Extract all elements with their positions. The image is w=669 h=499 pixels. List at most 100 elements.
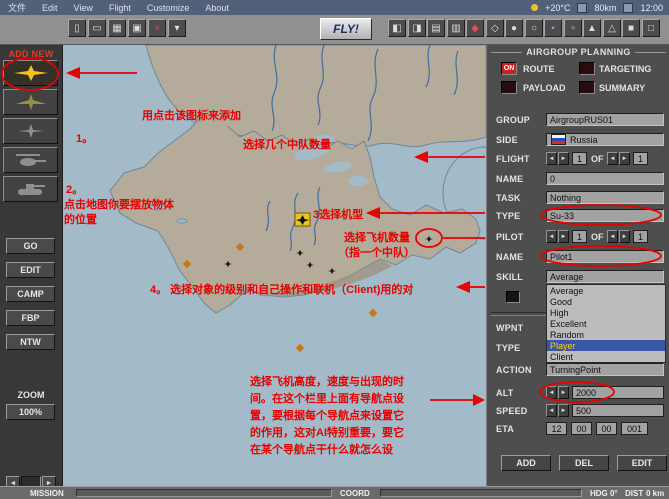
edit-button[interactable]: EDIT [6, 262, 55, 278]
skill-value[interactable]: Average [546, 270, 664, 283]
add-airplane-button[interactable] [3, 60, 58, 86]
skill-option-client[interactable]: Client [547, 351, 665, 362]
add-vehicle-button[interactable] [3, 176, 58, 202]
alt-next-button[interactable]: ► [558, 386, 569, 399]
payload-toggle[interactable] [501, 81, 517, 94]
toolbar-button-5[interactable]: ◆ [466, 19, 484, 37]
speed-prev-button[interactable]: ◄ [546, 404, 557, 417]
eta-seconds[interactable]: 00 [596, 422, 617, 435]
type-value[interactable]: Su-33 [546, 209, 664, 222]
task-value[interactable]: Nothing [546, 191, 664, 204]
panel-title: AIRGROUP PLANNING [526, 47, 631, 57]
add-helicopter-button[interactable] [3, 147, 58, 173]
dist-value: 0 km [646, 489, 665, 498]
route-label: ROUTE [523, 64, 555, 74]
route-toggle[interactable]: ON [501, 62, 517, 75]
toolbar-button-9[interactable]: ▪ [544, 19, 562, 37]
open-mission-button[interactable]: ▭ [88, 19, 106, 37]
alt-value[interactable]: 2000 [572, 386, 664, 399]
menu-view[interactable]: View [66, 3, 101, 13]
add-airplane2-button[interactable] [3, 89, 58, 115]
menu-about[interactable]: About [197, 3, 237, 13]
airplane2-icon [15, 94, 46, 110]
ntw-button[interactable]: NTW [6, 334, 55, 350]
fly-button[interactable]: FLY! [320, 18, 372, 40]
pilot-name-value[interactable]: Pilot1 [546, 250, 664, 263]
skill-option-random[interactable]: Random [547, 329, 665, 340]
clock-icon [623, 2, 634, 13]
flight-total-next-button[interactable]: ► [619, 152, 630, 165]
annotation-add-icon: 用点击该图标来添加 [142, 110, 241, 122]
go-button[interactable]: GO [6, 238, 55, 254]
annotation-plane-count1: 选择飞机数量 [344, 232, 410, 244]
menu-file[interactable]: 文件 [0, 1, 34, 14]
toolbar-button-11[interactable]: ▲ [583, 19, 601, 37]
eta-minutes[interactable]: 00 [571, 422, 592, 435]
skill-option-high[interactable]: High [547, 307, 665, 318]
targeting-toggle[interactable] [579, 62, 595, 75]
add-airplane3-button[interactable] [3, 118, 58, 144]
name-value[interactable]: 0 [546, 172, 664, 185]
payload-label: PAYLOAD [523, 83, 566, 93]
close-mission-button[interactable]: × [148, 19, 166, 37]
del-waypoint-button[interactable]: DEL [559, 455, 609, 471]
zoom-value-button[interactable]: 100% [6, 404, 55, 420]
pilot-total-next-button[interactable]: ► [619, 230, 630, 243]
pilot-prev-button[interactable]: ◄ [546, 230, 557, 243]
action-value[interactable]: TurningPoint [546, 363, 664, 376]
mission-editor-window: 文件 Edit View Flight Customize About +20°… [0, 0, 669, 499]
toolbar-button-6[interactable]: ◇ [486, 19, 504, 37]
speed-value[interactable]: 500 [572, 404, 664, 417]
toolbar-button-8[interactable]: ○ [525, 19, 543, 37]
skill-option-good[interactable]: Good [547, 296, 665, 307]
fbp-button[interactable]: FBP [6, 310, 55, 326]
speed-next-button[interactable]: ► [558, 404, 569, 417]
save-mission-button[interactable]: ▦ [108, 19, 126, 37]
flight-prev-button[interactable]: ◄ [546, 152, 557, 165]
edit-waypoint-button[interactable]: EDIT [617, 455, 667, 471]
skill-option-average[interactable]: Average [547, 285, 665, 296]
menu-flight[interactable]: Flight [101, 3, 139, 13]
pilot-total-value: 1 [633, 230, 648, 243]
group-value[interactable]: AirgroupRUS01 [546, 113, 664, 126]
wp-type-label: TYPE [496, 342, 521, 353]
side-value[interactable]: Russia [546, 133, 664, 146]
toolbar-button-7[interactable]: ● [505, 19, 523, 37]
pilot-of-label: OF [591, 231, 604, 242]
menu-customize[interactable]: Customize [139, 3, 198, 13]
toolbar-button-14[interactable]: □ [642, 19, 660, 37]
mission-field [76, 489, 332, 497]
skill-option-excellent[interactable]: Excellent [547, 318, 665, 329]
selected-airgroup-marker[interactable] [294, 212, 311, 227]
flight-next-button[interactable]: ► [558, 152, 569, 165]
summary-toggle[interactable] [579, 81, 595, 94]
toolbar-button-2[interactable]: ◨ [408, 19, 426, 37]
toolbar-button-4[interactable]: ▥ [447, 19, 465, 37]
alt-prev-button[interactable]: ◄ [546, 386, 557, 399]
toolbar: ▯ ▭ ▦ ▣ × ▾ FLY! ◧ ◨ ▤ ▥ ◆ ◇ ● ○ ▪ ▫ ▲ △… [0, 15, 669, 45]
toolbar-button-1[interactable]: ◧ [388, 19, 406, 37]
airplane3-icon [17, 124, 44, 138]
toolbar-button-3[interactable]: ▤ [427, 19, 445, 37]
side-row: SIDE Russia [487, 132, 669, 147]
toolbar-button-12[interactable]: △ [603, 19, 621, 37]
pilot-next-button[interactable]: ► [558, 230, 569, 243]
new-mission-button[interactable]: ▯ [68, 19, 86, 37]
menu-edit[interactable]: Edit [34, 3, 66, 13]
tools-button[interactable]: ▾ [168, 19, 186, 37]
flight-total-prev-button[interactable]: ◄ [607, 152, 618, 165]
toolbar-button-13[interactable]: ■ [622, 19, 640, 37]
map-view[interactable]: 用点击该图标来添加 1。 2。 点击地图你要摆放物体 的位置 选择几个中队数量 … [62, 44, 528, 487]
toolbar-button-10[interactable]: ▫ [564, 19, 582, 37]
eta-hours[interactable]: 12 [546, 422, 567, 435]
camp-button[interactable]: CAMP [6, 286, 55, 302]
name-label: NAME [496, 173, 524, 184]
skill-option-player[interactable]: Player [547, 340, 665, 351]
annotation-select-type: 3选择机型 [313, 209, 364, 221]
pilot-total-prev-button[interactable]: ◄ [607, 230, 618, 243]
weather-status: +20°C 80km 12:00 [531, 2, 669, 13]
hidden-checkbox[interactable] [506, 290, 520, 303]
eta-millis[interactable]: 001 [621, 422, 648, 435]
options-button[interactable]: ▣ [128, 19, 146, 37]
add-waypoint-button[interactable]: ADD [501, 455, 551, 471]
